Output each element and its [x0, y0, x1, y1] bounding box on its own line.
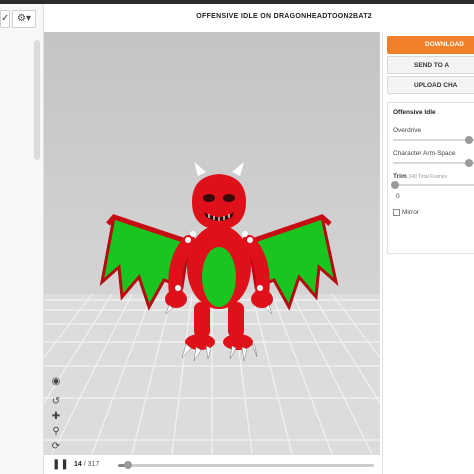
trim-value: 0	[396, 193, 400, 200]
header: OFFENSIVE IDLE ON DRAGONHEADTOON2BAT2	[44, 4, 380, 32]
move-icon[interactable]: ✚	[50, 411, 62, 423]
settings-title: Offensive Idle	[393, 109, 436, 116]
animation-settings: Offensive Idle Overdrive Character Arm-S…	[387, 102, 474, 254]
scrollbar[interactable]	[34, 40, 40, 160]
mirror-checkbox[interactable]	[393, 209, 400, 216]
right-panel: DOWNLOAD SEND TO A UPLOAD CHA Offensive …	[382, 32, 474, 474]
trim-note: 349 Total Frames	[408, 174, 448, 180]
send-to-button[interactable]: SEND TO A	[387, 56, 474, 74]
mirror-option[interactable]: Mirror	[393, 209, 419, 216]
skull-icon[interactable]: ◉	[50, 376, 62, 388]
page-title: OFFENSIVE IDLE ON DRAGONHEADTOON2BAT2	[196, 13, 372, 20]
trim-title: Trim	[393, 173, 407, 180]
timeline-slider[interactable]	[118, 461, 374, 469]
download-button[interactable]: DOWNLOAD	[387, 36, 474, 54]
trim-slider[interactable]	[391, 181, 474, 189]
arm-space-label: Character Arm-Space	[393, 150, 456, 157]
rotate-icon[interactable]: ⟳	[50, 441, 62, 453]
overdrive-label: Overdrive	[393, 127, 422, 134]
trim-start-handle[interactable]	[391, 181, 399, 189]
pause-icon[interactable]: ❚❚	[52, 459, 69, 471]
3d-viewport[interactable]: ◉ ↺ ✚ ⚲ ⟳ ■	[44, 32, 380, 454]
upload-character-button[interactable]: UPLOAD CHA	[387, 76, 474, 94]
gear-icon[interactable]: ⚙▾	[12, 10, 36, 28]
overdrive-handle[interactable]	[465, 136, 473, 144]
total-frames: / 317	[83, 461, 100, 468]
dragon-character[interactable]	[94, 162, 344, 362]
arm-space-slider[interactable]	[393, 159, 474, 167]
left-rail: ✓ ⚙▾	[0, 4, 44, 474]
checkmark-icon[interactable]: ✓	[0, 10, 10, 28]
trim-label: Trim 349 Total Frames	[393, 173, 447, 180]
current-frame: 14	[74, 461, 82, 468]
arm-space-handle[interactable]	[465, 159, 473, 167]
timeline-handle[interactable]	[124, 461, 133, 469]
reset-icon[interactable]: ↺	[50, 396, 62, 408]
frame-counter: 14 / 317	[74, 461, 99, 468]
playback-bar: ❚❚ 14 / 317	[44, 454, 380, 474]
zoom-icon[interactable]: ⚲	[50, 426, 62, 438]
mirror-label: Mirror	[402, 209, 419, 217]
overdrive-slider[interactable]	[393, 136, 474, 144]
viewport-toolbar: ◉ ↺ ✚ ⚲ ⟳ ■	[50, 376, 64, 454]
